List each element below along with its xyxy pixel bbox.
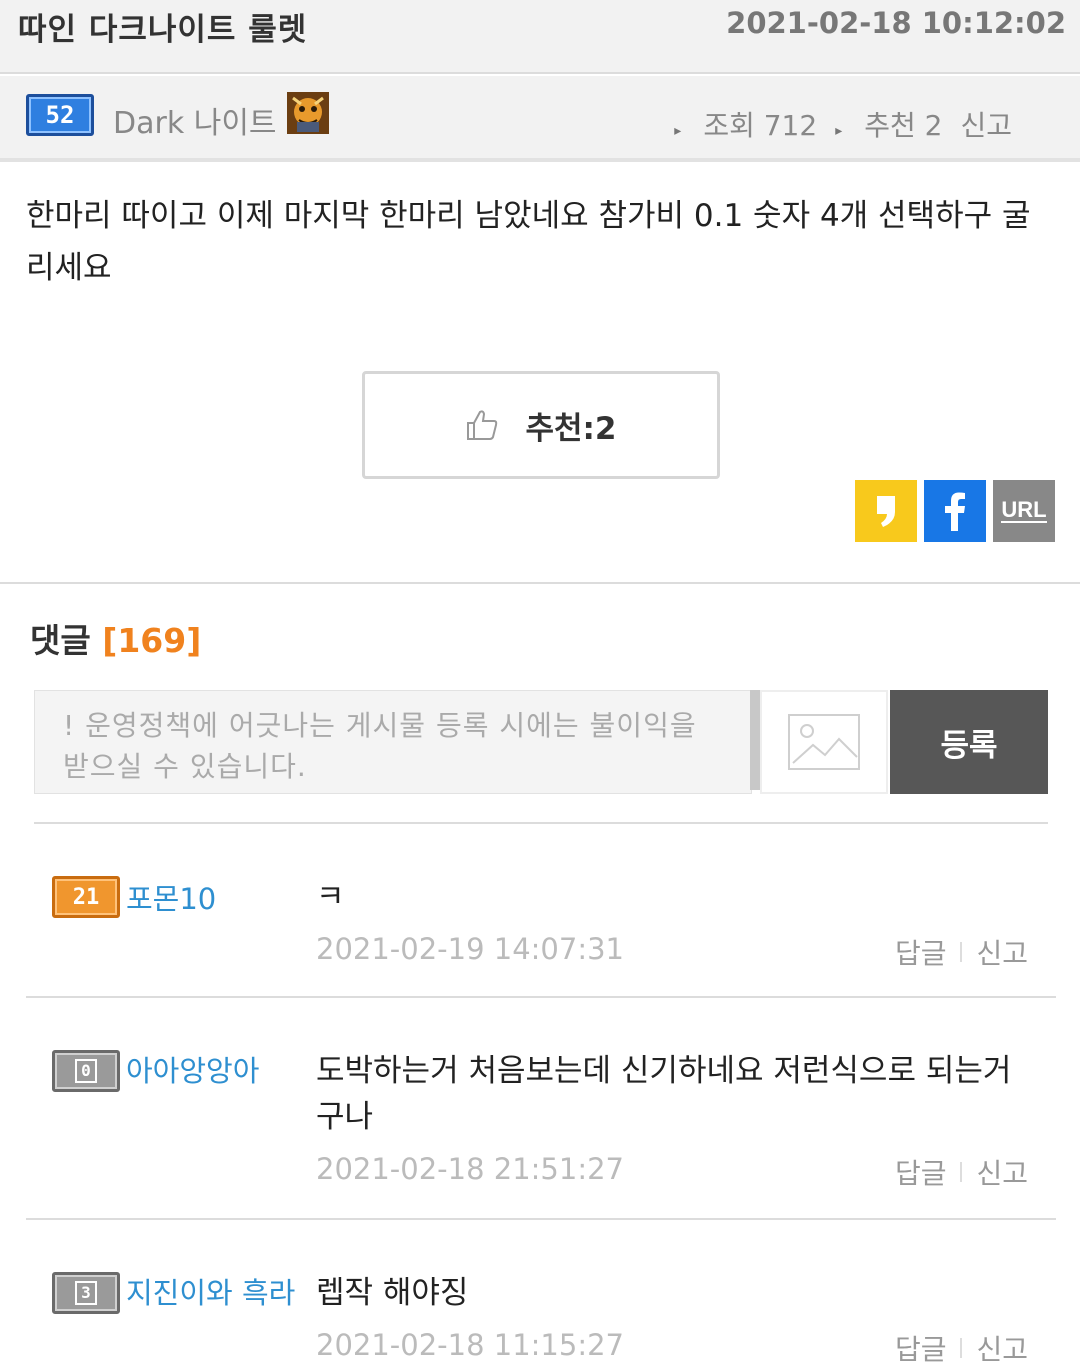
author-avatar-icon[interactable] [287, 92, 329, 134]
reply-button[interactable]: 답글 [895, 932, 947, 972]
comment-write-box: ! 운영정책에 어긋나는 게시물 등록 시에는 불이익을 받으실 수 있습니다.… [34, 690, 1048, 794]
comments-count: [169] [102, 621, 202, 660]
comment-date: 2021-02-19 14:07:31 [316, 932, 624, 966]
comment-item: 3 지진이와 흑라 렙작 해야징 2021-02-18 11:15:27 답글 … [26, 1220, 1056, 1370]
reply-button[interactable]: 답글 [895, 1152, 947, 1192]
post-title-bar: 따인 다크나이트 룰렛 2021-02-18 10:12:02 [0, 0, 1080, 74]
comment-text: ㅋ [316, 879, 345, 915]
comments-header: 댓글 [169] [30, 614, 201, 662]
comment-date: 2021-02-18 21:51:27 [316, 1152, 624, 1186]
reply-button[interactable]: 답글 [895, 1328, 947, 1368]
comment-date: 2021-02-18 11:15:27 [316, 1328, 624, 1362]
comment-input-divider [750, 690, 760, 790]
kakao-story-icon [877, 496, 895, 527]
comment-actions: 답글 신고 [895, 1328, 1028, 1368]
share-facebook-button[interactable] [924, 480, 986, 542]
recommend-button-label: 추천:2 [525, 410, 617, 447]
action-separator [960, 1162, 963, 1182]
facebook-icon [945, 492, 965, 531]
commenter-level-badge: 21 [52, 876, 120, 918]
report-comment-button[interactable]: 신고 [976, 932, 1028, 972]
post-date: 2021-02-18 10:12:02 [726, 6, 1066, 40]
views-count: 조회 712 [703, 109, 818, 142]
views-arrow-icon: ▸ [674, 123, 682, 139]
report-post-link[interactable]: 신고 [960, 104, 1012, 144]
post-author-bar: 52 Dark 나이트 ▸ 조회 712 ▸ 추천 2 신고 [0, 76, 1080, 162]
comment-actions: 답글 신고 [895, 1152, 1028, 1192]
report-comment-button[interactable]: 신고 [976, 1152, 1028, 1192]
commenter-level-badge: 3 [52, 1272, 120, 1314]
post-meta: ▸ 조회 712 ▸ 추천 2 신고 [674, 104, 1012, 144]
author-level-badge: 52 [26, 94, 94, 136]
share-kakao-button[interactable] [855, 480, 917, 542]
image-icon [788, 714, 860, 770]
thumbs-up-icon [467, 410, 498, 440]
post-body: 한마리 따이고 이제 마지막 한마리 남았네요 참가비 0.1 숫자 4개 선택… [26, 198, 1031, 286]
comment-item: 0 아아앙앙아 도박하는거 처음보는데 신기하네요 저런식으로 되는거구나 20… [26, 998, 1056, 1220]
report-comment-button[interactable]: 신고 [976, 1328, 1028, 1368]
commenter-level-badge: 0 [52, 1050, 120, 1092]
post-title: 따인 다크나이트 룰렛 [18, 12, 308, 48]
comments-title: 댓글 [30, 621, 91, 660]
commenter-level-value: 3 [75, 1281, 97, 1305]
comment-item: 21 포몬10 ㅋ 2021-02-19 14:07:31 답글 신고 [26, 824, 1056, 998]
share-url-label: URL [1001, 497, 1047, 523]
action-separator [960, 1338, 963, 1358]
commenter-name[interactable]: 포몬10 [126, 876, 216, 918]
comment-submit-button[interactable]: 등록 [890, 690, 1048, 794]
recommend-button[interactable]: 추천:2 [362, 371, 720, 479]
section-divider [0, 582, 1080, 584]
comment-text: 도박하는거 처음보는데 신기하네요 저런식으로 되는거구나 [316, 1053, 1012, 1135]
commenter-name[interactable]: 지진이와 흑라 [126, 1270, 295, 1312]
author-name[interactable]: Dark 나이트 [113, 98, 277, 142]
attach-image-button[interactable] [760, 690, 888, 794]
share-url-button[interactable]: URL [993, 480, 1055, 542]
comment-text: 렙작 해야징 [316, 1275, 469, 1311]
recommend-arrow-icon: ▸ [835, 123, 843, 139]
commenter-level-value: 0 [75, 1059, 97, 1083]
action-separator [960, 942, 963, 962]
recommend-count: 추천 2 [864, 109, 943, 142]
comment-actions: 답글 신고 [895, 932, 1028, 972]
commenter-name[interactable]: 아아앙앙아 [126, 1048, 259, 1090]
comment-input[interactable]: ! 운영정책에 어긋나는 게시물 등록 시에는 불이익을 받으실 수 있습니다. [34, 690, 752, 794]
